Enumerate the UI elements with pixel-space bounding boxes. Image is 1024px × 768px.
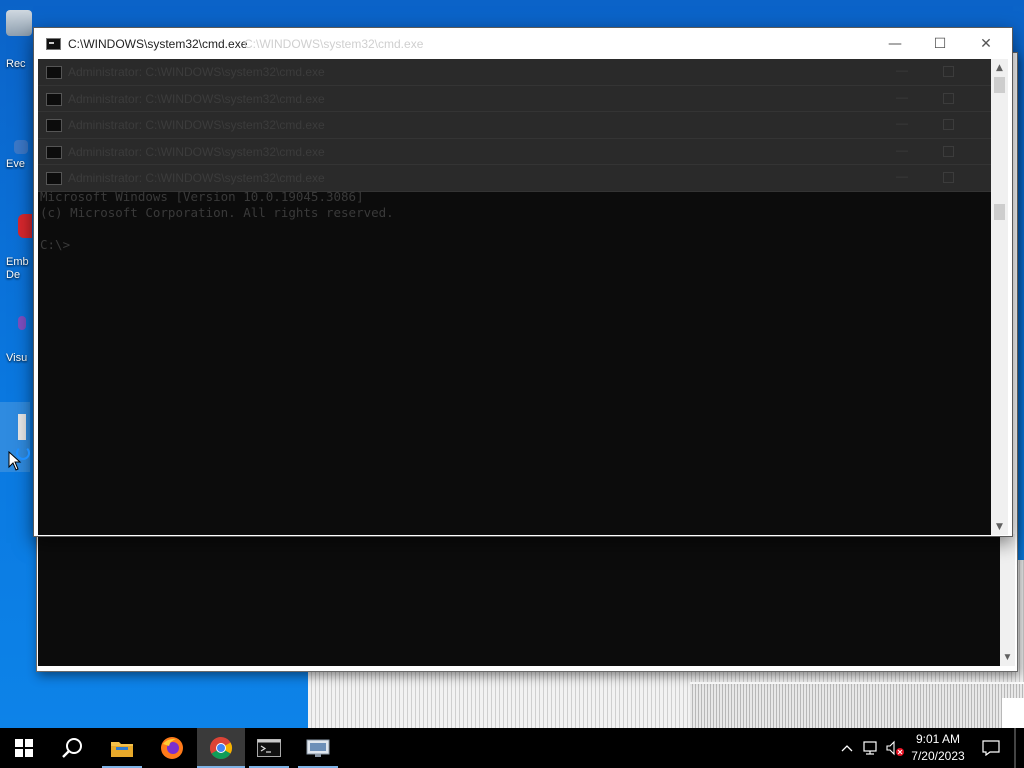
console-version-line: Microsoft Windows [Version 10.0.19045.30…: [40, 189, 364, 204]
desktop-icon-label: Visu: [6, 352, 28, 364]
chevron-up-icon: [841, 745, 853, 752]
close-button[interactable]: ✕: [963, 28, 1009, 59]
embarcadero-icon: [18, 214, 32, 238]
monitor-icon: [306, 739, 330, 757]
ghost-row: Administrator: C:\WINDOWS\system32\cmd.e…: [38, 138, 991, 166]
file-icon: [18, 414, 26, 440]
terminal-icon: [46, 119, 62, 133]
ghost-row: Administrator: C:\WINDOWS\system32\cmd.e…: [38, 85, 991, 113]
console-text: Microsoft Windows [Version 10.0.19045.30…: [40, 189, 394, 253]
busy-spinner-icon: [16, 446, 30, 460]
desktop-icon-eve[interactable]: Eve: [0, 140, 36, 170]
scroll-thumb-ghost: [994, 204, 1005, 220]
terminal-icon: [46, 145, 62, 159]
ghost-row-title: Administrator: C:\WINDOWS\system32\cmd.e…: [68, 91, 325, 106]
network-icon: [863, 741, 877, 755]
minimize-icon: —: [896, 169, 908, 184]
taskbar-firefox[interactable]: [148, 728, 196, 768]
clock-date: 7/20/2023: [911, 749, 965, 763]
scroll-up-icon[interactable]: ▲: [991, 59, 1008, 76]
desktop-icon-recycle-bin[interactable]: Rec: [0, 10, 36, 70]
desktop-icon-label: Rec: [6, 58, 26, 70]
shortcut-icon: [14, 140, 28, 154]
screen-artifact: [1002, 698, 1024, 728]
chevron-down-icon: ▼: [1002, 652, 1013, 663]
ghost-row-title: Administrator: C:\WINDOWS\system32\cmd.e…: [68, 118, 325, 133]
minimize-icon: —: [896, 89, 908, 104]
ghost-row-title: Administrator: C:\WINDOWS\system32\cmd.e…: [68, 171, 325, 186]
recycle-bin-icon: [6, 10, 32, 36]
maximize-icon: [943, 145, 954, 157]
taskbar-clock[interactable]: 9:01 AM 7/20/2023: [902, 731, 974, 765]
ghost-row: Administrator: C:\WINDOWS\system32\cmd.e…: [38, 112, 991, 139]
terminal-icon: [46, 66, 62, 79]
window-titlebar[interactable]: C:\WINDOWS\system32\cmd.exe C:\WINDOWS\s…: [34, 28, 1012, 59]
taskbar-network-app[interactable]: [294, 728, 342, 768]
maximize-button[interactable]: ☐: [917, 28, 963, 59]
terminal-icon: [46, 172, 62, 186]
close-icon: ✕: [980, 35, 992, 52]
clock-time: 9:01 AM: [915, 732, 961, 746]
screen-artifact: [690, 682, 1024, 730]
maximize-icon: [943, 66, 954, 77]
minimize-icon: —: [896, 116, 908, 131]
minimize-icon: —: [896, 142, 908, 157]
terminal-icon: [46, 92, 62, 106]
action-center-button[interactable]: [978, 728, 1004, 768]
terminal-icon: [46, 38, 61, 50]
maximize-icon: ☐: [933, 35, 947, 52]
taskbar: 9:01 AM 7/20/2023: [0, 728, 1024, 768]
desktop-icon-embarcadero[interactable]: Emb De: [0, 214, 36, 282]
window-title: C:\WINDOWS\system32\cmd.exe: [68, 37, 248, 51]
ghost-title-rows: Administrator: C:\WINDOWS\system32\cmd.e…: [38, 59, 991, 192]
ghost-console-area: [38, 534, 1000, 666]
desktop-icon-label: Eve: [6, 158, 25, 170]
ghost-row-title: Administrator: C:\WINDOWS\system32\cmd.e…: [68, 65, 325, 79]
taskbar-cmd[interactable]: [245, 728, 293, 768]
notification-icon: [982, 740, 1000, 756]
taskbar-file-explorer[interactable]: [98, 728, 146, 768]
minimize-button[interactable]: —: [872, 28, 918, 59]
network-status-button[interactable]: [860, 728, 882, 768]
minimize-icon: —: [896, 63, 908, 77]
maximize-icon: [943, 92, 954, 104]
ghost-row: Administrator: C:\WINDOWS\system32\cmd.e…: [38, 165, 991, 192]
console-prompt[interactable]: C:\>: [40, 237, 394, 253]
taskbar-chrome[interactable]: [197, 728, 245, 768]
firefox-icon: [161, 737, 183, 759]
vertical-scrollbar[interactable]: ▲ ▼: [991, 59, 1008, 535]
ghost-row: Administrator: C:\WINDOWS\system32\cmd.e…: [38, 59, 991, 86]
console-copyright-line: (c) Microsoft Corporation. All rights re…: [40, 205, 394, 220]
search-button[interactable]: [48, 728, 96, 768]
maximize-icon: [943, 119, 954, 131]
ghost-row-title: Administrator: C:\WINDOWS\system32\cmd.e…: [68, 144, 325, 159]
window-title-ghost: C:\WINDOWS\system32\cmd.exe: [244, 37, 424, 51]
desktop-icon-label: Emb De: [6, 256, 29, 281]
scroll-thumb[interactable]: [994, 77, 1005, 93]
desktop-icon-visual-studio[interactable]: Visu: [0, 316, 36, 364]
chrome-icon: [210, 737, 232, 759]
minimize-icon: —: [888, 35, 902, 52]
maximize-icon: [943, 172, 954, 184]
cmd-window[interactable]: C:\WINDOWS\system32\cmd.exe C:\WINDOWS\s…: [33, 27, 1013, 537]
scroll-down-icon[interactable]: ▼: [991, 518, 1008, 535]
visual-studio-icon: [18, 316, 26, 330]
windows-logo-icon: [15, 739, 33, 757]
ghost-scrollbar: [1000, 534, 1015, 666]
show-hidden-icons-button[interactable]: [838, 728, 856, 768]
folder-icon: [111, 742, 133, 757]
start-button[interactable]: [0, 728, 48, 768]
console-output[interactable]: Administrator: C:\WINDOWS\system32\cmd.e…: [38, 59, 991, 535]
terminal-icon: [257, 739, 281, 757]
show-desktop-button[interactable]: [1014, 728, 1016, 768]
search-icon: [62, 738, 82, 758]
